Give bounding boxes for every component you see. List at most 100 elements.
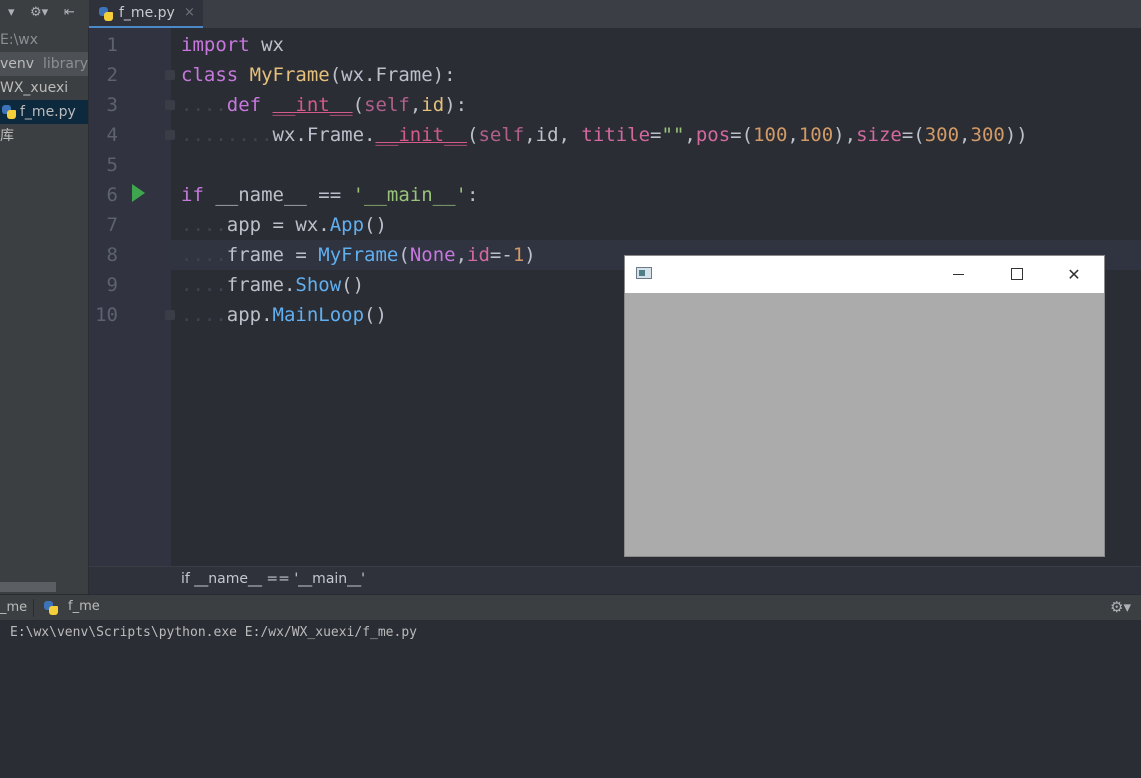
run-tab-label: f_me	[68, 599, 100, 614]
code-token: ,	[684, 124, 696, 146]
wx-frame-client-area	[625, 293, 1104, 556]
project-tree-scrollbar[interactable]	[0, 582, 56, 592]
code-token: )	[524, 244, 536, 266]
tab-label: f_me.py	[119, 5, 175, 21]
code-token: =(	[730, 124, 754, 146]
code-token: if	[181, 184, 204, 206]
code-token: ,	[959, 124, 971, 146]
code-token: frame.	[226, 274, 296, 296]
code-line-7: ....app = wx.App()	[181, 210, 387, 240]
code-token: 300	[924, 124, 960, 146]
code-token: ()	[364, 304, 387, 326]
tree-item-f-me[interactable]: f_me.py	[0, 100, 88, 124]
python-file-icon	[2, 105, 16, 119]
code-token: =	[650, 124, 662, 146]
code-token: class	[181, 64, 239, 86]
code-token: ,	[455, 244, 468, 266]
code-line-9: ....frame.Show()	[181, 270, 364, 300]
code-token: '__main__'	[352, 184, 467, 206]
line-number: 5	[106, 154, 118, 176]
code-token: def	[226, 94, 262, 116]
code-token: (	[352, 94, 365, 116]
code-token: pos	[695, 124, 731, 146]
code-token: MyFrame	[318, 244, 399, 266]
code-line-1: import wx	[181, 30, 284, 60]
code-token: titile	[581, 124, 651, 146]
code-token: wx	[249, 34, 284, 56]
tree-venv-suffix: library	[42, 56, 88, 72]
code-token: (	[466, 124, 479, 146]
code-token: 100	[798, 124, 834, 146]
code-token: wx.Frame.	[272, 124, 376, 146]
tree-folder-label: WX_xuexi	[0, 80, 69, 96]
code-token: ....	[181, 94, 227, 116]
code-line-8: ....frame = MyFrame(None,id=-1)	[181, 240, 536, 270]
tree-root-label: E:\wx	[0, 32, 39, 48]
project-toolbar: ▾ ⚙▾ ⇤	[0, 0, 88, 28]
python-file-icon	[44, 601, 58, 615]
minimize-button[interactable]	[929, 256, 987, 293]
code-token: __int__	[272, 94, 353, 116]
collapse-panel-icon[interactable]: ⇤	[64, 5, 75, 20]
code-token: (wx.Frame):	[329, 64, 456, 86]
code-token: ,	[787, 124, 799, 146]
settings-gear-icon[interactable]: ⚙▾	[30, 5, 48, 20]
line-number: 1	[106, 34, 118, 56]
tree-item-library[interactable]: 库	[0, 124, 88, 148]
code-token: id	[421, 94, 445, 116]
line-number: 7	[106, 214, 118, 236]
code-token: App	[329, 214, 365, 236]
close-button[interactable]: ✕	[1045, 256, 1103, 293]
line-number: 9	[106, 274, 118, 296]
breadcrumb-item[interactable]: if __name__ == '__main__'	[181, 571, 365, 587]
fold-marker-icon[interactable]	[165, 70, 175, 80]
code-token: app.	[226, 304, 273, 326]
tree-venv-label: venv	[0, 56, 35, 72]
tree-file-label: f_me.py	[20, 104, 76, 120]
code-token: import	[181, 34, 250, 56]
code-token: frame =	[226, 244, 319, 266]
code-token: __name__ ==	[203, 184, 353, 206]
code-line-4: ........wx.Frame.__init__(self,id, titil…	[181, 120, 1028, 150]
code-token: size	[856, 124, 902, 146]
run-settings-gear-icon[interactable]: ⚙▾	[1110, 598, 1131, 616]
code-token: =(	[901, 124, 925, 146]
code-token: ........	[181, 124, 273, 146]
code-token: id	[467, 244, 490, 266]
tree-item-venv[interactable]: venv library	[0, 52, 88, 76]
code-token: __init__	[375, 124, 467, 146]
line-number: 6	[106, 184, 118, 206]
code-token: self	[478, 124, 525, 146]
code-line-10: ....app.MainLoop()	[181, 300, 387, 330]
run-console[interactable]: E:\wx\venv\Scripts\python.exe E:/wx/WX_x…	[0, 621, 1141, 778]
tree-item-wx-xuexi[interactable]: WX_xuexi	[0, 76, 88, 100]
code-token: ....	[181, 244, 227, 266]
code-token: =-	[489, 244, 513, 266]
run-tab-previous[interactable]: _me	[0, 600, 27, 615]
run-tab-divider	[33, 599, 34, 617]
wx-frame-window[interactable]: ✕	[624, 255, 1105, 557]
editor-tab-f-me[interactable]: f_me.py ×	[89, 0, 203, 28]
code-line-3: ....def __int__(self,id):	[181, 90, 467, 120]
project-dropdown-icon[interactable]: ▾	[8, 5, 15, 20]
code-token: MainLoop	[272, 304, 365, 326]
fold-marker-icon[interactable]	[165, 130, 175, 140]
code-token: ....	[181, 214, 227, 236]
code-token: :	[467, 184, 479, 206]
code-token: (	[398, 244, 410, 266]
line-number: 3	[106, 94, 118, 116]
fold-marker-icon[interactable]	[165, 100, 175, 110]
code-token: app = wx.	[226, 214, 330, 236]
tree-lib-label: 库	[0, 128, 14, 144]
code-token: ()	[364, 214, 387, 236]
code-line-6: if __name__ == '__main__':	[181, 180, 478, 210]
fold-marker-icon[interactable]	[165, 310, 175, 320]
run-gutter-icon[interactable]	[132, 184, 145, 202]
tree-item-root[interactable]: E:\wx	[0, 28, 88, 52]
wx-window-titlebar[interactable]: ✕	[625, 256, 1104, 293]
maximize-button[interactable]	[987, 256, 1045, 293]
tab-close-icon[interactable]: ×	[184, 5, 195, 20]
project-tree: E:\wx venv library WX_xuexi f_me.py 库	[0, 28, 88, 594]
